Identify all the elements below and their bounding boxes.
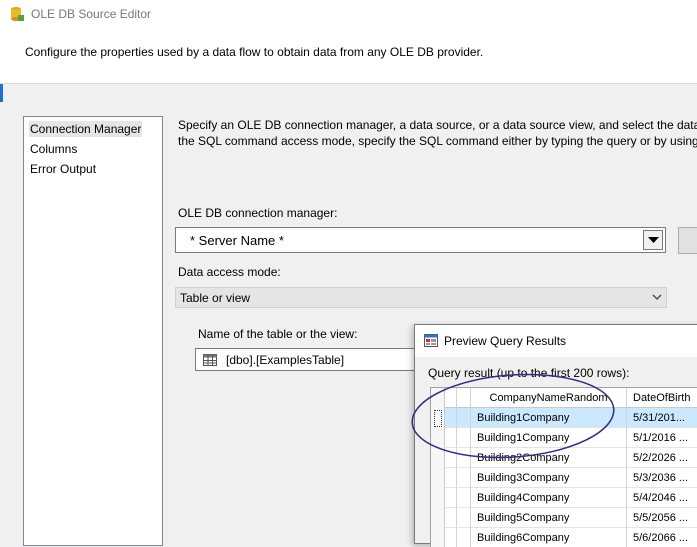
row-selector[interactable]: [431, 488, 445, 508]
access-mode-value: Table or view: [180, 291, 251, 305]
row-gutter-2: [457, 508, 471, 528]
annotation-ellipse: [411, 373, 615, 459]
row-gutter-2: [457, 528, 471, 547]
table-row[interactable]: Building6Company 5/6/2066 ... 66: [431, 528, 697, 547]
cell-dateofbirth: 5/1/2016 ...: [627, 428, 697, 448]
instructions-line-1: Specify an OLE DB connection manager, a …: [178, 118, 697, 132]
row-gutter: [445, 468, 457, 488]
table-icon: [203, 354, 217, 366]
row-gutter: [445, 508, 457, 528]
row-selector[interactable]: [431, 528, 445, 547]
preview-title: Preview Query Results: [444, 334, 567, 348]
nav-item-error-output[interactable]: Error Output: [29, 161, 97, 177]
row-selector[interactable]: [431, 508, 445, 528]
nav-item-connection-manager[interactable]: Connection Manager: [29, 121, 143, 137]
row-gutter: [445, 528, 457, 547]
access-mode-select[interactable]: Table or view: [175, 287, 667, 308]
cell-dateofbirth: 5/6/2066 ...: [627, 528, 697, 547]
cell-companynamerandom: Building5Company: [471, 508, 627, 528]
instructions-text: Specify an OLE DB connection manager, a …: [178, 117, 697, 149]
row-selector[interactable]: [431, 468, 445, 488]
connection-manager-combo[interactable]: * Server Name *: [175, 227, 666, 253]
row-gutter: [445, 488, 457, 508]
header-panel: Configure the properties used by a data …: [0, 29, 697, 83]
cell-dateofbirth: 5/2/2026 ...: [627, 448, 697, 468]
cell-companynamerandom: Building3Company: [471, 468, 627, 488]
chevron-down-icon: [652, 294, 662, 300]
header-description: Configure the properties used by a data …: [25, 45, 484, 59]
connection-manager-value: * Server Name *: [190, 233, 284, 248]
nav-panel: Connection Manager Columns Error Output: [23, 116, 163, 546]
table-name-label: Name of the table or the view:: [198, 327, 358, 341]
cell-dateofbirth: 5/4/2046 ...: [627, 488, 697, 508]
left-accent-bar: [0, 84, 3, 102]
connection-manager-dropdown-button[interactable]: [643, 230, 663, 250]
cell-companynamerandom: Building4Company: [471, 488, 627, 508]
row-gutter-2: [457, 488, 471, 508]
table-row[interactable]: Building5Company 5/5/2056 ... 55: [431, 508, 697, 528]
grid-window-icon: [424, 334, 438, 347]
instructions-line-2: the SQL command access mode, specify the…: [178, 134, 697, 148]
nav-item-columns[interactable]: Columns: [29, 141, 78, 157]
title-bar: OLE DB Source Editor: [0, 0, 697, 29]
table-name-field[interactable]: [dbo].[ExamplesTable]: [195, 348, 425, 371]
access-mode-label: Data access mode:: [178, 265, 281, 279]
column-header-dateofbirth[interactable]: DateOfBirth: [627, 388, 697, 408]
table-row[interactable]: Building4Company 5/4/2046 ... 44: [431, 488, 697, 508]
triangle-down-icon: [648, 237, 659, 243]
table-row[interactable]: Building3Company 5/3/2036 ... 33: [431, 468, 697, 488]
new-connection-button[interactable]: [678, 227, 697, 254]
table-name-value: [dbo].[ExamplesTable]: [226, 353, 345, 367]
preview-title-bar: Preview Query Results: [415, 325, 697, 357]
cell-dateofbirth: 5/3/2036 ...: [627, 468, 697, 488]
window-title: OLE DB Source Editor: [31, 7, 152, 21]
cell-dateofbirth: 5/31/201...: [627, 408, 697, 428]
cell-dateofbirth: 5/5/2056 ...: [627, 508, 697, 528]
package-icon: [11, 7, 24, 21]
connection-manager-label: OLE DB connection manager:: [178, 206, 338, 220]
row-gutter-2: [457, 468, 471, 488]
header-divider: [0, 83, 697, 84]
cell-companynamerandom: Building6Company: [471, 528, 627, 547]
